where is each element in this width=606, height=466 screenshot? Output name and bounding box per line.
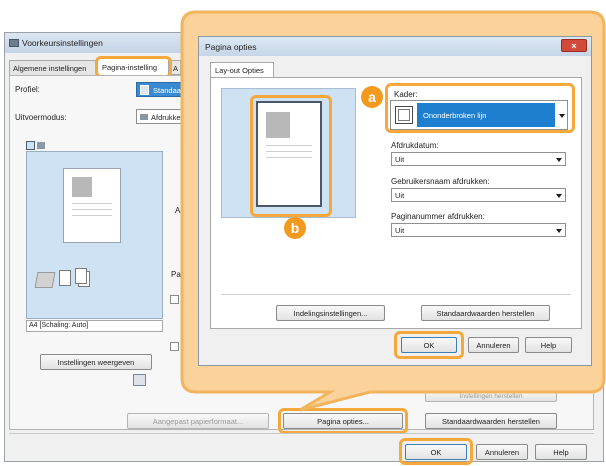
layout-settings-label: Indelingsinstellingen... (293, 308, 368, 318)
popup-cancel-button[interactable]: Annuleren (468, 337, 519, 353)
popup-title-bar: Pagina opties × (199, 37, 591, 56)
callout-letter: a (368, 89, 376, 105)
popup-ok-highlight (394, 331, 464, 359)
chevron-down-icon (556, 158, 562, 162)
tab-label: Lay-out Opties (215, 66, 264, 75)
popup-cancel-label: Annuleren (476, 340, 511, 350)
print-page-numbers-value: Uit (395, 225, 405, 235)
print-username-label: Gebruikersnaam afdrukken: (391, 177, 490, 186)
print-date-label: Afdrukdatum: (391, 141, 439, 150)
callout-badge-b: b (284, 217, 306, 239)
chevron-down-icon (556, 229, 562, 233)
tab-lay-out-opties[interactable]: Lay-out Opties (210, 62, 274, 78)
callout-badge-a: a (361, 86, 383, 108)
print-date-select[interactable]: Uit (391, 152, 566, 166)
print-date-value: Uit (395, 154, 405, 164)
popup-restore-defaults-label: Standaardwaarden herstellen (436, 308, 535, 318)
callout-letter: b (290, 220, 300, 236)
frame-highlight (385, 83, 575, 133)
close-icon: × (571, 40, 577, 51)
close-button[interactable]: × (561, 39, 587, 52)
popup-help-button[interactable]: Help (525, 337, 572, 353)
popup-separator (221, 294, 571, 295)
print-username-value: Uit (395, 190, 405, 200)
print-username-select[interactable]: Uit (391, 188, 566, 202)
layout-settings-button[interactable]: Indelingsinstellingen... (276, 305, 385, 321)
popup-restore-defaults-button[interactable]: Standaardwaarden herstellen (421, 305, 550, 321)
print-page-numbers-select[interactable]: Uit (391, 223, 566, 237)
chevron-down-icon (556, 194, 562, 198)
print-page-numbers-label: Paginanummer afdrukken: (391, 212, 485, 221)
popup-help-label: Help (540, 340, 557, 350)
preview-highlight (250, 95, 332, 217)
popup-dialog-title: Pagina opties (205, 42, 257, 52)
